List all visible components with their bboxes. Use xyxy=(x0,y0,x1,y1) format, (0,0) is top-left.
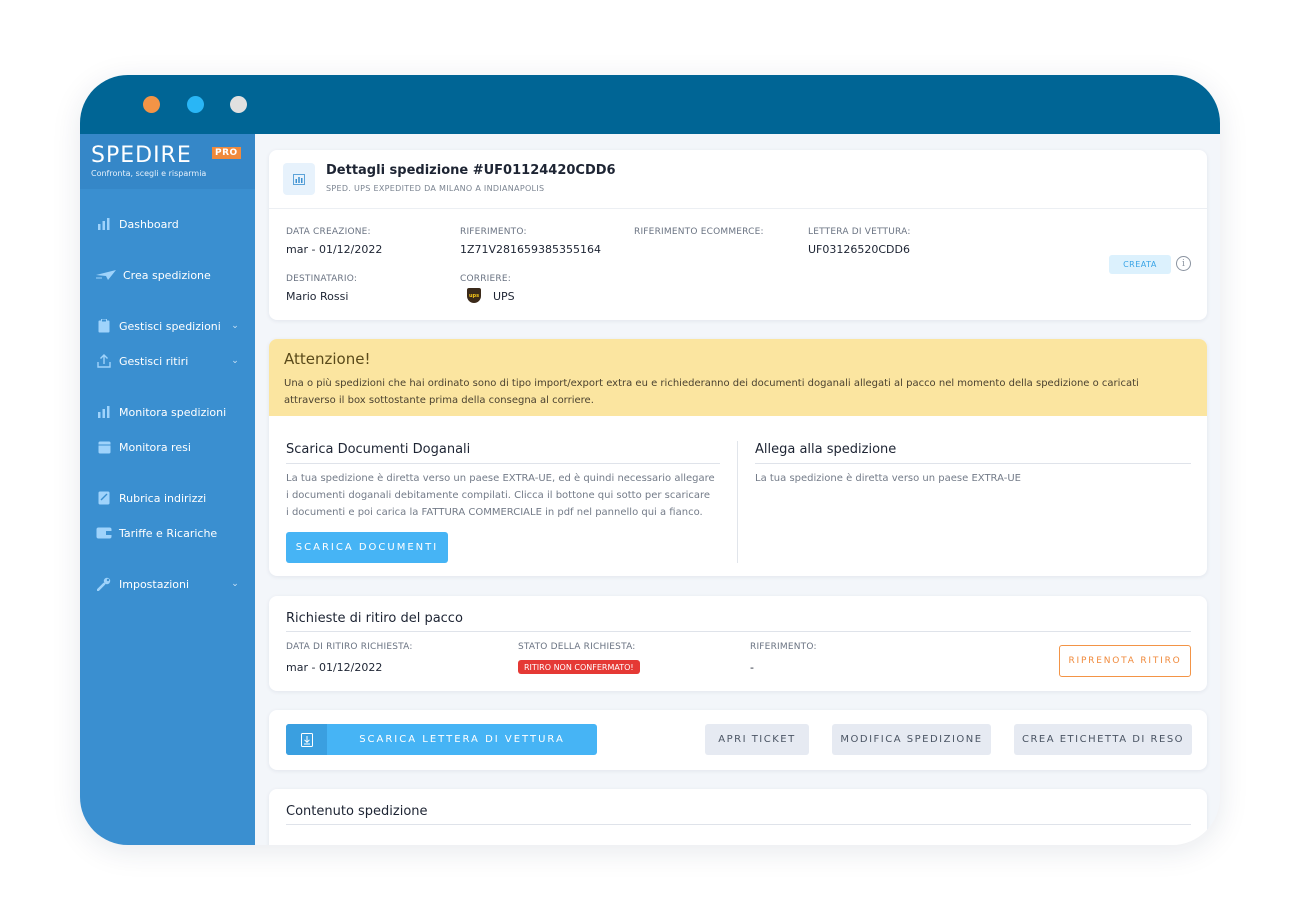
address-book-icon xyxy=(96,490,112,506)
pickup-date-label: DATA DI RITIRO RICHIESTA: xyxy=(286,642,413,652)
sidebar-item-label: Gestisci ritiri xyxy=(119,354,189,368)
ecommerce-reference-label: RIFERIMENTO ECOMMERCE: xyxy=(634,227,764,237)
sidebar-item-gestisci-ritiri[interactable]: Gestisci ritiri ⌄ xyxy=(80,346,255,376)
wallet-icon xyxy=(96,525,112,541)
open-ticket-button[interactable]: APRI TICKET xyxy=(705,724,809,755)
chevron-down-icon[interactable]: ⌄ xyxy=(225,321,245,331)
sidebar: SPEDIRE PRO Confronta, scegli e risparmi… xyxy=(80,134,255,845)
window-titlebar xyxy=(80,75,1220,134)
sidebar-item-tariffe-ricariche[interactable]: Tariffe e Ricariche xyxy=(80,518,255,548)
download-icon xyxy=(286,724,327,755)
download-docs-title: Scarica Documenti Doganali xyxy=(286,442,471,457)
attach-text: La tua spedizione è diretta verso un pae… xyxy=(755,473,1021,484)
download-waybill-label: SCARICA LETTERA DI VETTURA xyxy=(359,734,565,745)
create-return-label-button[interactable]: CREA ETICHETTA DI RESO xyxy=(1014,724,1192,755)
shipment-details-card: Dettagli spedizione #UF01124420CDD6 SPED… xyxy=(269,150,1207,320)
creation-date-value: mar - 01/12/2022 xyxy=(286,243,383,256)
warning-banner: Attenzione! Una o più spedizioni che hai… xyxy=(269,339,1207,416)
sidebar-item-label: Crea spedizione xyxy=(123,268,211,282)
page-subtitle: SPED. UPS EXPEDITED DA MILANO A INDIANAP… xyxy=(326,184,545,193)
wrench-icon xyxy=(96,576,112,592)
logo-pro-badge: PRO xyxy=(212,147,241,159)
reference-value: 1Z71V281659385355164 xyxy=(460,243,602,256)
app-window: SPEDIRE PRO Confronta, scegli e risparmi… xyxy=(80,75,1220,845)
courier-label: CORRIERE: xyxy=(460,274,511,284)
chevron-down-icon[interactable]: ⌄ xyxy=(225,579,245,589)
bar-chart-icon xyxy=(283,163,315,195)
sidebar-item-monitora-resi[interactable]: Monitora resi xyxy=(80,432,255,462)
warning-title: Attenzione! xyxy=(284,350,371,368)
page-title: Dettagli spedizione #UF01124420CDD6 xyxy=(326,163,616,178)
info-icon[interactable]: i xyxy=(1176,256,1191,271)
edit-shipment-button[interactable]: MODIFICA SPEDIZIONE xyxy=(832,724,991,755)
window-dot-orange[interactable] xyxy=(143,96,160,113)
divider xyxy=(269,208,1207,209)
chevron-down-icon[interactable]: ⌄ xyxy=(225,356,245,366)
pickup-card: Richieste di ritiro del pacco DATA DI RI… xyxy=(269,596,1207,691)
waybill-value: UF03126520CDD6 xyxy=(808,243,910,256)
sidebar-item-label: Monitora resi xyxy=(119,440,191,454)
courier-value: UPS xyxy=(493,290,515,303)
sidebar-item-dashboard[interactable]: Dashboard xyxy=(80,209,255,239)
actions-card: SCARICA LETTERA DI VETTURA APRI TICKET M… xyxy=(269,710,1207,770)
sidebar-item-label: Impostazioni xyxy=(119,577,190,591)
pickup-reference-value: - xyxy=(750,661,754,674)
sidebar-item-label: Tariffe e Ricariche xyxy=(119,526,218,540)
rebook-pickup-button[interactable]: RIPRENOTA RITIRO xyxy=(1059,645,1191,677)
bar-chart-icon xyxy=(96,216,112,232)
download-documents-button[interactable]: SCARICA DOCUMENTI xyxy=(286,532,448,563)
sidebar-item-crea-spedizione[interactable]: Crea spedizione xyxy=(80,260,255,290)
logo-tagline: Confronta, scegli e risparmia xyxy=(91,169,207,178)
recipient-label: DESTINATARIO: xyxy=(286,274,358,284)
customs-card: Attenzione! Una o più spedizioni che hai… xyxy=(269,339,1207,576)
contents-title: Contenuto spedizione xyxy=(286,804,428,819)
download-waybill-button[interactable]: SCARICA LETTERA DI VETTURA xyxy=(286,724,597,755)
sidebar-item-impostazioni[interactable]: Impostazioni ⌄ xyxy=(80,569,255,599)
download-docs-text: La tua spedizione è diretta verso un pae… xyxy=(286,473,715,518)
paper-plane-icon xyxy=(96,267,116,283)
sidebar-item-label: Monitora spedizioni xyxy=(119,405,227,419)
column-divider xyxy=(737,441,738,563)
attach-title: Allega alla spedizione xyxy=(755,442,897,457)
status-badge: CREATA xyxy=(1109,255,1171,274)
upload-icon xyxy=(96,353,112,369)
pickup-date-value: mar - 01/12/2022 xyxy=(286,661,383,674)
logo[interactable]: SPEDIRE PRO Confronta, scegli e risparmi… xyxy=(80,134,255,189)
warning-text: Una o più spedizioni che hai ordinato so… xyxy=(284,378,1139,406)
shipment-contents-card: Contenuto spedizione xyxy=(269,789,1207,845)
box-icon xyxy=(96,439,112,455)
pickup-state-label: STATO DELLA RICHIESTA: xyxy=(518,642,636,652)
bar-chart-icon xyxy=(96,404,112,420)
sidebar-item-label: Dashboard xyxy=(119,217,179,231)
reference-label: RIFERIMENTO: xyxy=(460,227,527,237)
divider xyxy=(286,631,1191,632)
creation-date-label: DATA CREAZIONE: xyxy=(286,227,371,237)
window-dot-grey[interactable] xyxy=(230,96,247,113)
waybill-label: LETTERA DI VETTURA: xyxy=(808,227,911,237)
divider xyxy=(755,463,1191,464)
status-badge: RITIRO NON CONFERMATO! xyxy=(518,660,640,674)
window-dot-blue[interactable] xyxy=(187,96,204,113)
sidebar-item-gestisci-spedizioni[interactable]: Gestisci spedizioni ⌄ xyxy=(80,311,255,341)
divider xyxy=(286,824,1191,825)
logo-brand: SPEDIRE xyxy=(91,143,192,168)
sidebar-item-rubrica-indirizzi[interactable]: Rubrica indirizzi xyxy=(80,483,255,513)
ups-logo-icon: ups xyxy=(467,288,481,303)
sidebar-item-label: Gestisci spedizioni xyxy=(119,319,221,333)
sidebar-item-monitora-spedizioni[interactable]: Monitora spedizioni xyxy=(80,397,255,427)
divider xyxy=(286,463,720,464)
pickup-reference-label: RIFERIMENTO: xyxy=(750,642,817,652)
main-content: Dettagli spedizione #UF01124420CDD6 SPED… xyxy=(255,134,1220,845)
pickup-title: Richieste di ritiro del pacco xyxy=(286,611,463,626)
clipboard-icon xyxy=(96,318,112,334)
sidebar-item-label: Rubrica indirizzi xyxy=(119,491,207,505)
recipient-value: Mario Rossi xyxy=(286,290,349,303)
